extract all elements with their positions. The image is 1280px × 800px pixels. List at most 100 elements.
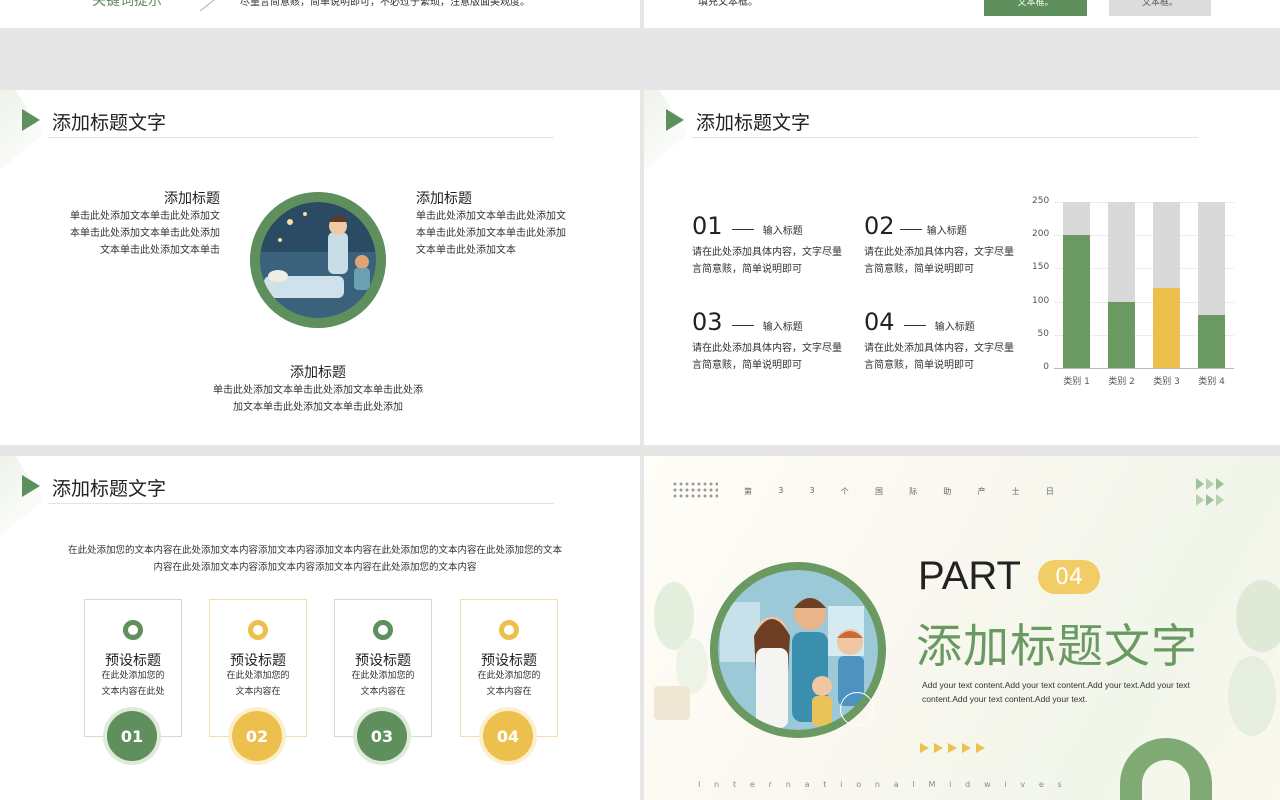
leaf-decoration-icon xyxy=(1228,580,1280,736)
bottom-block-title: 添加标题 xyxy=(290,365,346,381)
item-text: 请在此处添加具体内容，文字尽量 言简意赅，简单说明即可 xyxy=(864,343,1014,371)
chart-x-tick-label: 类别 4 xyxy=(1198,377,1225,387)
card-dot-icon xyxy=(248,620,268,640)
slide-top-right-text: 填充文本框。 xyxy=(698,0,758,8)
cover-body-text: Add your text content.Add your text cont… xyxy=(922,680,1190,704)
bottomline-text: In t e r n a t i o n a l Mi d w i v e s xyxy=(698,780,1062,789)
card-number-badge: 01 xyxy=(107,711,157,761)
bottomline-char: v xyxy=(1020,780,1026,789)
item-label: 输入标题 xyxy=(926,226,967,237)
slide-circle-layout: 添加标题文字 添加标题 单击此处添加文本单击此处添加文 本单击此处添加文本单击此处… xyxy=(0,90,640,445)
chart-x-tick-label: 类别 1 xyxy=(1063,377,1090,387)
chart-y-tick-label: 250 xyxy=(1032,196,1050,206)
card-title: 预设标题 xyxy=(355,653,411,669)
chart-y-tick-label: 50 xyxy=(1037,328,1049,339)
topline-char: 3 xyxy=(809,486,815,495)
item-text: 请在此处添加具体内容，文字尽量 言简意赅，简单说明即可 xyxy=(864,247,1014,275)
bottomline-char: e xyxy=(1038,780,1044,789)
chart-x-tick-label: 类别 2 xyxy=(1108,377,1135,387)
bottomline-char: M xyxy=(928,780,936,789)
card-text: 在此处添加您的 文本内容在 xyxy=(477,671,541,697)
chart-bar-remainder xyxy=(1108,202,1135,302)
item-number: 01 xyxy=(692,212,723,240)
card-dot-icon xyxy=(123,620,143,640)
chart-x-tick-label: 类别 3 xyxy=(1153,377,1180,387)
arch-decoration-icon xyxy=(1120,738,1212,800)
chart-bar-value xyxy=(1198,314,1225,368)
header-triangle-icon xyxy=(22,109,40,131)
slide-chart-layout: 添加标题文字 01 输入标题 请在此处添加具体内容，文字尽量 言简意赅，简单说明即… xyxy=(644,90,1280,445)
card-text: 在此处添加您的 文本内容在此处 xyxy=(101,671,165,697)
bottomline-char: i xyxy=(949,780,952,789)
item-label: 输入标题 xyxy=(762,322,803,333)
bottomline-char: d xyxy=(965,780,971,789)
card-title: 预设标题 xyxy=(481,653,537,669)
chart-bar-value xyxy=(1108,301,1135,368)
item-number: 02 xyxy=(864,212,895,240)
item-03: 03 输入标题 请在此处添加具体内容，文字尽量 言简意赅，简单说明即可 xyxy=(692,308,852,374)
item-01: 01 输入标题 请在此处添加具体内容，文字尽量 言简意赅，简单说明即可 xyxy=(692,212,852,278)
divider-slash-icon xyxy=(199,0,215,12)
part-number-badge: 04 xyxy=(1038,560,1100,594)
bottomline-char: w xyxy=(984,780,991,789)
bottomline-char: o xyxy=(856,780,862,789)
bottomline-char: i xyxy=(1004,780,1007,789)
topline-text: 第 3 3 个 国 际 助 产 士 日 xyxy=(744,486,1054,497)
slide-top-left: 关键词提示 尽量言简意赅，简单说明即可，不必过于繁琐，注意版面美观度。 xyxy=(0,0,640,28)
bottomline-char: i xyxy=(840,780,843,789)
plant-decoration-icon xyxy=(654,582,708,720)
header-underline xyxy=(48,137,554,138)
topline-char: 日 xyxy=(1045,487,1054,496)
card-number-badge: 04 xyxy=(483,711,533,761)
slide-top-right: 填充文本框。 文本框。 文本框。 xyxy=(644,0,1280,28)
card-dot-icon xyxy=(499,620,519,640)
item-text: 请在此处添加具体内容，文字尽量 言简意赅，简单说明即可 xyxy=(692,247,842,275)
small-ring-icon xyxy=(840,692,874,726)
bottomline-char: t xyxy=(733,780,737,789)
topline-char: 产 xyxy=(977,487,986,496)
header-triangle-icon xyxy=(22,475,40,497)
arrow-row-icon xyxy=(920,743,985,753)
textbox-green: 文本框。 xyxy=(984,0,1087,16)
card-title: 预设标题 xyxy=(105,653,161,669)
item-text: 请在此处添加具体内容，文字尽量 言简意赅，简单说明即可 xyxy=(692,343,842,371)
topline-char: 3 xyxy=(778,486,784,495)
topline-char: 个 xyxy=(840,487,849,496)
chart-gridline xyxy=(1054,368,1234,369)
item-label: 输入标题 xyxy=(762,226,803,237)
chart-bar-remainder xyxy=(1063,202,1090,236)
topline-char: 国 xyxy=(874,487,883,496)
card-number-badge: 02 xyxy=(232,711,282,761)
textbox-gray: 文本框。 xyxy=(1109,0,1211,16)
chart-y-tick-label: 100 xyxy=(1032,295,1050,306)
item-number: 04 xyxy=(864,308,895,336)
item-04: 04 输入标题 请在此处添加具体内容，文字尽量 言简意赅，简单说明即可 xyxy=(864,308,1024,374)
chart-bar-remainder xyxy=(1153,202,1180,289)
chart-bar-value xyxy=(1153,288,1180,368)
card-dot-icon xyxy=(373,620,393,640)
item-02: 02 输入标题 请在此处添加具体内容，文字尽量 言简意赅，简单说明即可 xyxy=(864,212,1024,278)
slide-top-left-text: 尽量言简意赅，简单说明即可，不必过于繁琐，注意版面美观度。 xyxy=(240,0,530,8)
chart-y-tick-label: 200 xyxy=(1032,229,1050,240)
keyword-tag: 关键词提示 xyxy=(92,0,162,9)
bottomline-char: a xyxy=(804,780,810,789)
stacked-bar-chart: 0 50 100 150 200 250 类别 1 类别 2 类别 3 类别 4 xyxy=(1032,194,1242,394)
topline-char: 士 xyxy=(1011,487,1020,496)
slide-cards-layout: 添加标题文字 在此处添加您的文本内容在此处添加文本内容添加文本内容添加文本内容在… xyxy=(0,456,640,800)
chart-bar-remainder xyxy=(1198,202,1225,315)
bottom-block-text: 单击此处添加文本单击此处添加文本单击此处添 加文本单击此处添加文本单击此处添加 xyxy=(213,385,423,413)
nurse-illustration-image xyxy=(250,192,386,328)
slide-header-title: 添加标题文字 xyxy=(52,478,167,500)
bottomline-char: r xyxy=(768,780,772,789)
topline-char: 际 xyxy=(909,487,918,496)
chart-y-tick-label: 0 xyxy=(1043,362,1049,372)
left-block-text: 单击此处添加文本单击此处添加文 本单击此处添加文本单击此处添加 文本单击此处添加文本… xyxy=(70,211,220,256)
card-text: 在此处添加您的 文本内容在 xyxy=(351,671,415,697)
item-label: 输入标题 xyxy=(934,322,975,333)
chart-y-tick-label: 150 xyxy=(1032,262,1050,273)
item-number: 03 xyxy=(692,308,723,336)
header-triangle-icon xyxy=(666,109,684,131)
header-underline xyxy=(48,503,554,504)
bottomline-char: s xyxy=(1057,780,1062,789)
card-text: 在此处添加您的 文本内容在 xyxy=(226,671,290,697)
